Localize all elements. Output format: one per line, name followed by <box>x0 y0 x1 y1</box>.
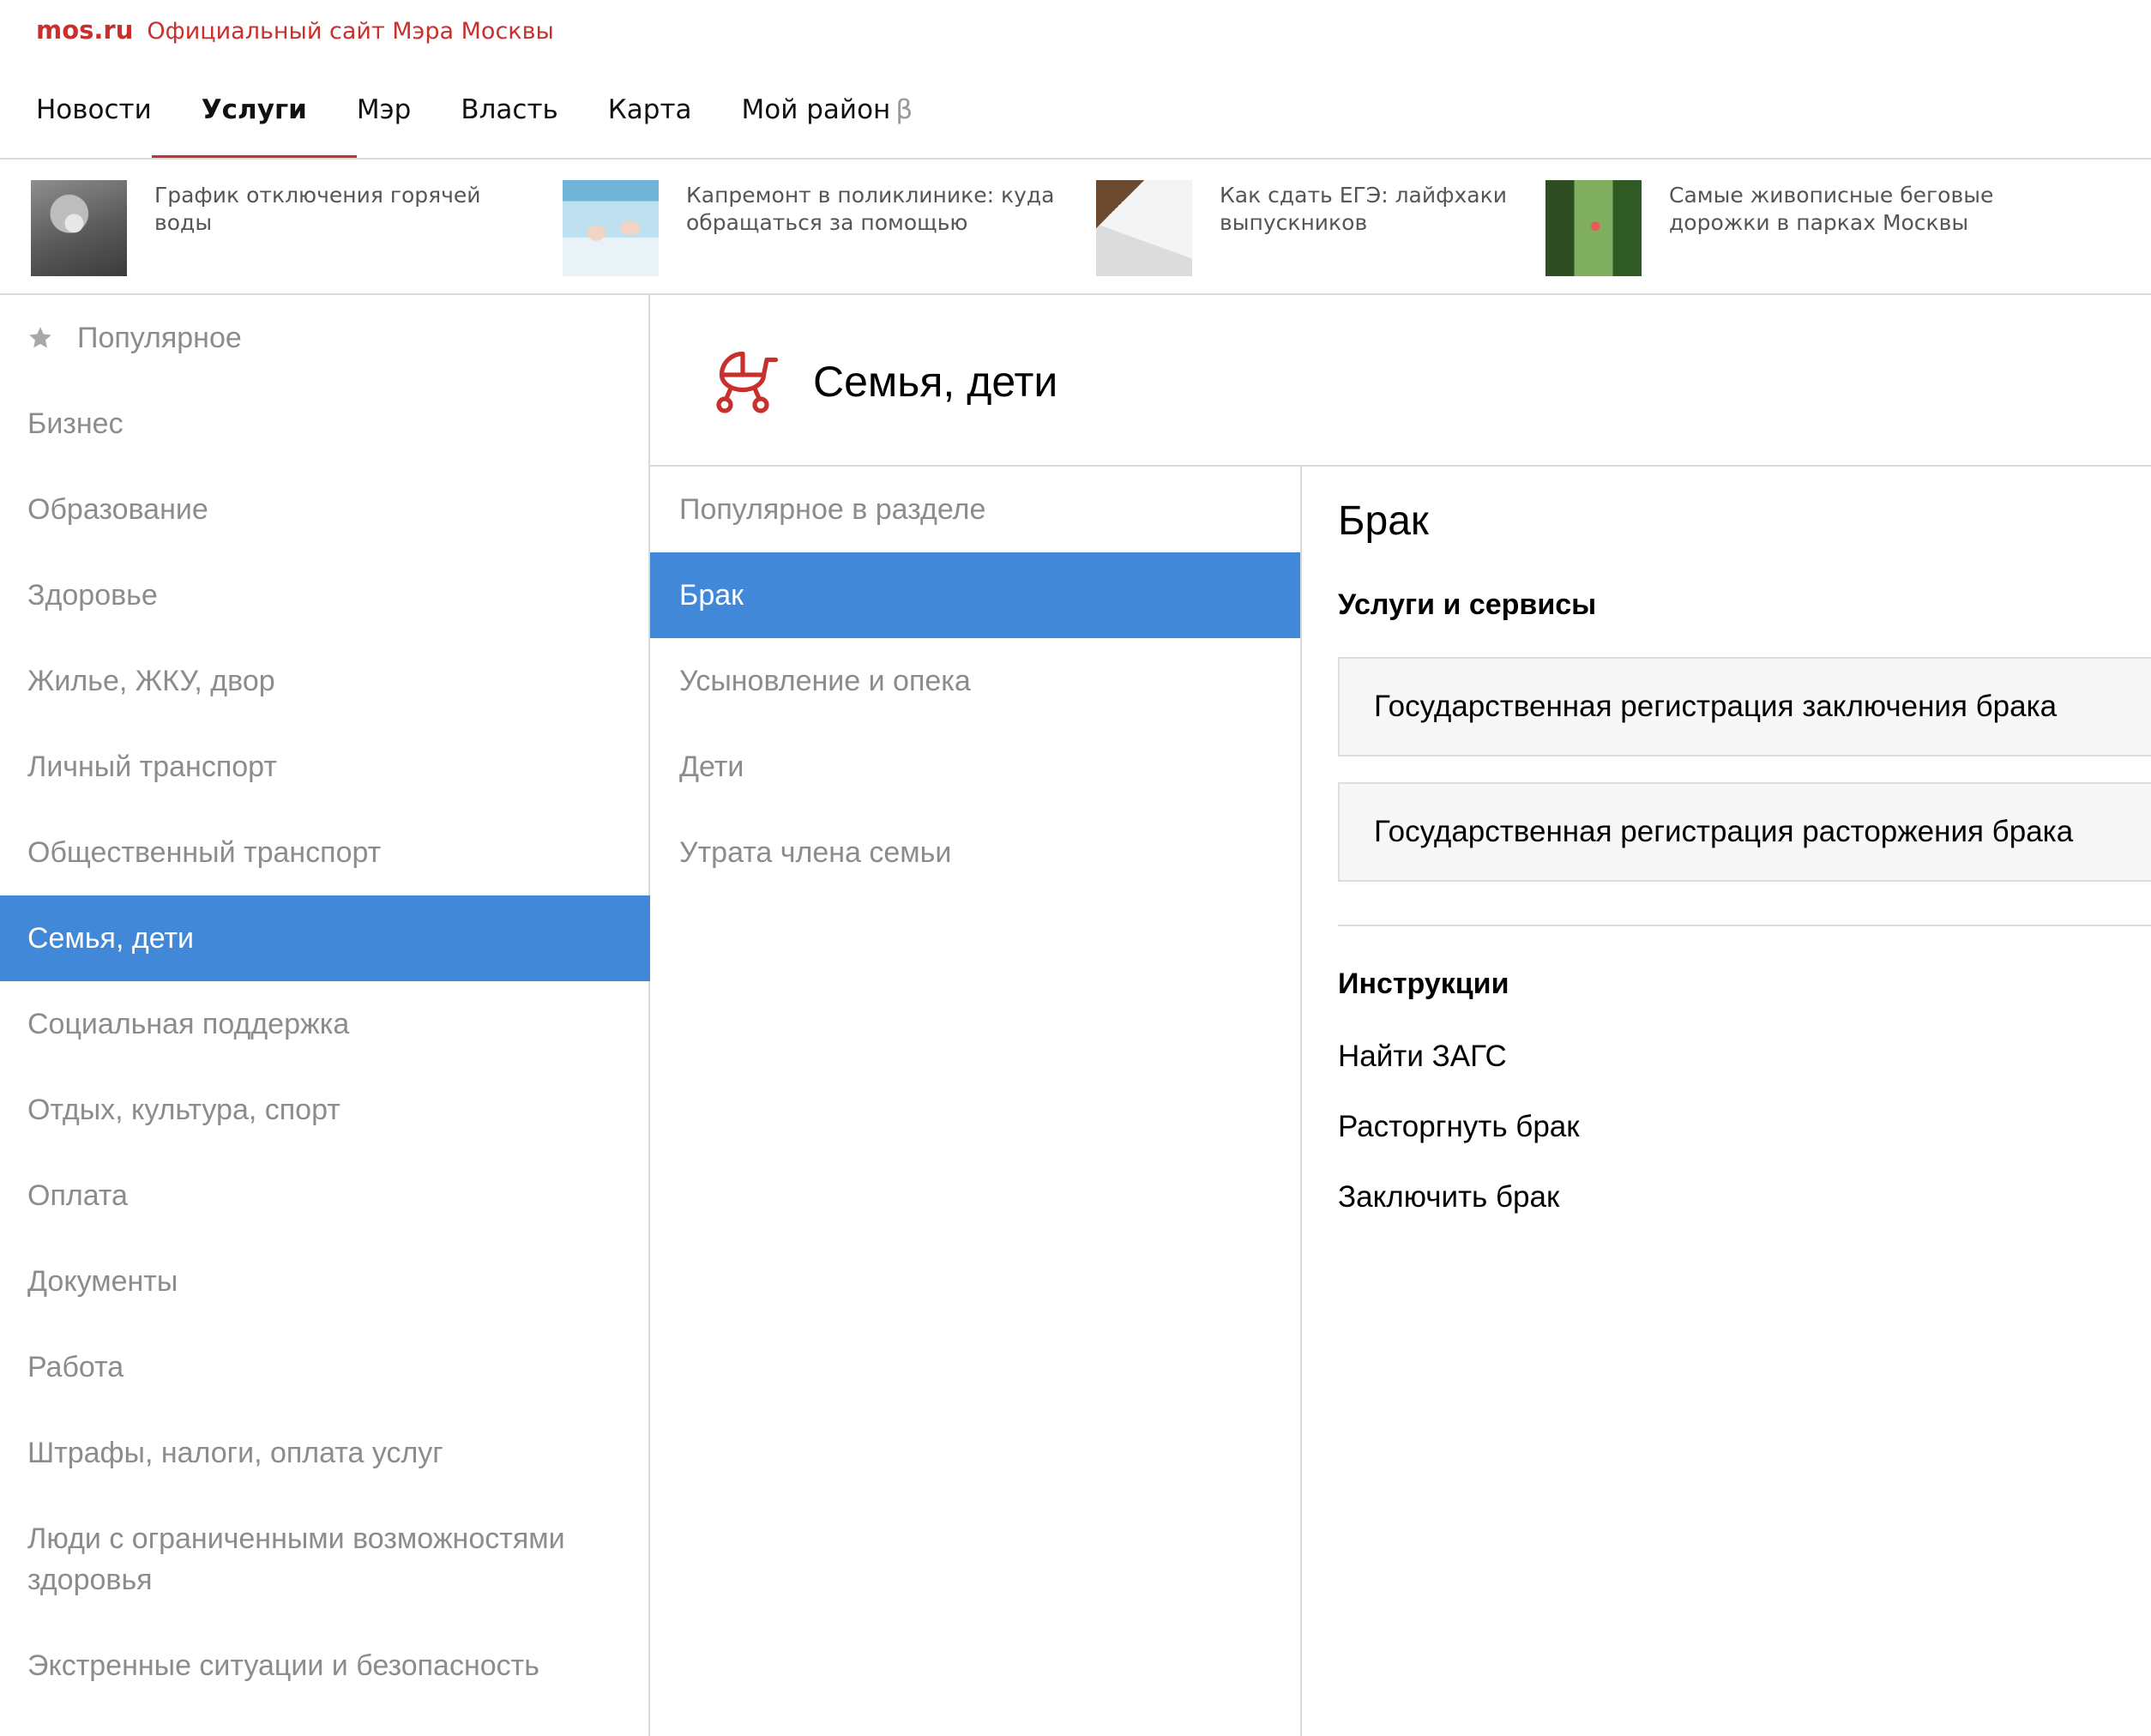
sidebar-item-documents[interactable]: Документы <box>0 1239 650 1324</box>
news-thumbnail <box>1545 180 1642 276</box>
sidebar-item-personal-transport[interactable]: Личный транспорт <box>0 724 650 810</box>
nav-item-mayor[interactable]: Мэр <box>357 79 411 158</box>
sidebar-item-label: Социальная поддержка <box>27 1007 350 1040</box>
news-item-text: Как сдать ЕГЭ: лайфхаки выпускников <box>1220 183 1507 235</box>
submenu-item-label: Популярное в разделе <box>679 492 986 526</box>
sidebar-item-leisure[interactable]: Отдых, культура, спорт <box>0 1067 650 1153</box>
instruction-link[interactable]: Расторгнуть брак <box>1338 1110 1580 1144</box>
news-thumbnail <box>1096 180 1192 276</box>
submenu-item-popular[interactable]: Популярное в разделе <box>650 467 1300 552</box>
submenu-item-label: Утрата члена семьи <box>679 835 952 869</box>
stroller-icon <box>716 351 779 413</box>
instruction-link[interactable]: Заключить брак <box>1338 1180 1559 1215</box>
services-heading: Услуги и сервисы <box>1338 588 1597 621</box>
nav-item-label: Власть <box>461 94 558 125</box>
submenu-item-marriage[interactable]: Брак <box>650 552 1300 638</box>
sidebar-item-label: Семья, дети <box>27 921 195 955</box>
nav-item-label: Мой район <box>741 94 891 125</box>
service-card[interactable]: Государственная регистрация расторжения … <box>1338 782 2151 882</box>
nav-item-my-district[interactable]: Мой район β <box>742 79 913 158</box>
news-strip: График отключения горячей воды Капремонт… <box>0 160 2151 295</box>
subcategory-menu: Популярное в разделе Брак Усыновление и … <box>650 467 1302 1736</box>
sidebar-item-housing[interactable]: Жилье, ЖКУ, двор <box>0 638 650 724</box>
news-item-text: Самые живописные беговые дорожки в парка… <box>1669 183 1994 235</box>
sidebar-item-label: Бизнес <box>27 407 124 440</box>
nav-item-government[interactable]: Власть <box>461 79 557 158</box>
sidebar-item-label: Здоровье <box>27 578 158 612</box>
sidebar-item-work[interactable]: Работа <box>0 1324 650 1410</box>
instruction-link[interactable]: Найти ЗАГС <box>1338 1040 1507 1074</box>
beta-badge: β <box>895 94 913 125</box>
sidebar-item-label: Отдых, культура, спорт <box>27 1093 340 1126</box>
nav-item-label: Карта <box>607 94 692 125</box>
sidebar-item-label: Оплата <box>27 1178 128 1212</box>
news-item-text: График отключения горячей воды <box>154 183 481 235</box>
instructions-heading: Инструкции <box>1338 967 1509 1000</box>
news-item[interactable]: Как сдать ЕГЭ: лайфхаки выпускников <box>1096 180 1597 276</box>
service-card-label: Государственная регистрация расторжения … <box>1374 815 2074 848</box>
sidebar-item-label: Люди с ограниченными возможностями здоро… <box>27 1522 565 1596</box>
submenu-item-label: Дети <box>679 750 744 783</box>
news-item[interactable]: Самые живописные беговые дорожки в парка… <box>1545 180 2046 276</box>
news-item[interactable]: Капремонт в поликлинике: куда обращаться… <box>563 180 1063 276</box>
submenu-item-label: Брак <box>679 578 744 612</box>
sidebar-item-label: Популярное <box>77 321 242 354</box>
sidebar-item-label: Жилье, ЖКУ, двор <box>27 664 275 697</box>
sidebar-item-popular[interactable]: Популярное <box>0 295 650 381</box>
nav-item-services[interactable]: Услуги <box>151 79 358 158</box>
sidebar-item-label: Экстренные ситуации и безопасность <box>27 1649 539 1682</box>
category-header: Семья, дети <box>650 295 2151 467</box>
sidebar-item-social-support[interactable]: Социальная поддержка <box>0 981 650 1067</box>
nav-item-map[interactable]: Карта <box>608 79 692 158</box>
category-sidebar: Популярное Бизнес Образование Здоровье Ж… <box>0 295 650 1736</box>
nav-item-label: Услуги <box>201 94 307 125</box>
sidebar-item-label: Личный транспорт <box>27 750 277 783</box>
service-card-label: Государственная регистрация заключения б… <box>1374 690 2058 723</box>
news-thumbnail <box>563 180 659 276</box>
nav-item-label: Новости <box>36 94 152 125</box>
sidebar-item-public-transport[interactable]: Общественный транспорт <box>0 810 650 895</box>
site-brand: mos.ru Официальный сайт Мэра Москвы <box>36 15 554 50</box>
news-item-text: Капремонт в поликлинике: куда обращаться… <box>686 183 1055 235</box>
sidebar-item-emergencies[interactable]: Экстренные ситуации и безопасность <box>0 1623 650 1709</box>
star-icon <box>29 327 51 348</box>
sidebar-item-business[interactable]: Бизнес <box>0 381 650 467</box>
site-tagline[interactable]: Официальный сайт Мэра Москвы <box>147 18 553 45</box>
nav-item-news[interactable]: Новости <box>36 79 152 158</box>
category-title: Семья, дети <box>813 358 1058 406</box>
sidebar-item-family[interactable]: Семья, дети <box>0 895 650 981</box>
sidebar-item-label: Документы <box>27 1264 178 1298</box>
sidebar-item-label: Общественный транспорт <box>27 835 382 869</box>
content-panel: Брак Услуги и сервисы Государственная ре… <box>1302 467 2151 1736</box>
sidebar-item-fines-taxes[interactable]: Штрафы, налоги, оплата услуг <box>0 1410 650 1496</box>
sidebar-item-payment[interactable]: Оплата <box>0 1153 650 1239</box>
content-title: Брак <box>1338 498 1429 544</box>
service-card[interactable]: Государственная регистрация заключения б… <box>1338 657 2151 756</box>
sidebar-item-education[interactable]: Образование <box>0 467 650 552</box>
sidebar-item-disabilities[interactable]: Люди с ограниченными возможностями здоро… <box>0 1496 650 1623</box>
submenu-item-adoption[interactable]: Усыновление и опека <box>650 638 1300 724</box>
sidebar-item-label: Штрафы, налоги, оплата услуг <box>27 1436 443 1469</box>
nav-item-label: Мэр <box>356 94 412 125</box>
sidebar-item-label: Работа <box>27 1350 124 1383</box>
news-item[interactable]: График отключения горячей воды <box>31 180 532 276</box>
submenu-item-label: Усыновление и опека <box>679 664 971 697</box>
submenu-item-children[interactable]: Дети <box>650 724 1300 810</box>
site-logo[interactable]: mos.ru <box>36 15 133 45</box>
sidebar-item-health[interactable]: Здоровье <box>0 552 650 638</box>
submenu-item-loss[interactable]: Утрата члена семьи <box>650 810 1300 895</box>
sidebar-item-label: Образование <box>27 492 208 526</box>
section-divider <box>1338 925 2151 926</box>
news-thumbnail <box>31 180 127 276</box>
main-nav: Новости Услуги Мэр Власть Карта Мой райо… <box>0 79 2151 160</box>
